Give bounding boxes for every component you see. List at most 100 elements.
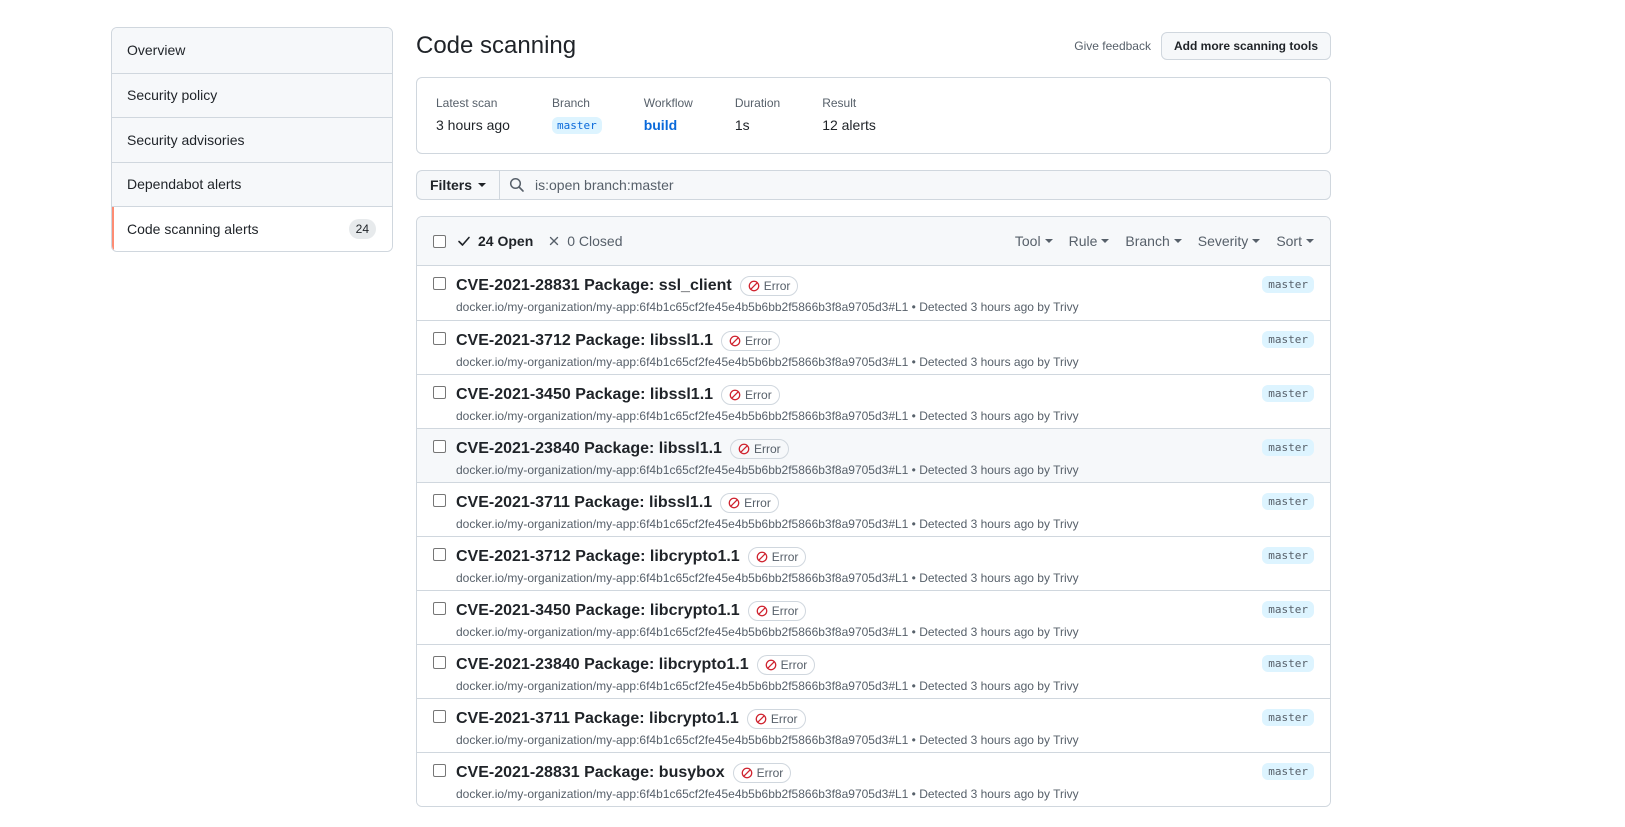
- severity-badge: Error: [732, 763, 792, 783]
- alert-row[interactable]: CVE-2021-3450 Package: libcrypto1.1 Erro…: [417, 590, 1330, 644]
- severity-label: Error: [770, 712, 798, 726]
- severity-badge: Error: [720, 493, 779, 513]
- alert-title[interactable]: CVE-2021-3712 Package: libssl1.1: [456, 332, 713, 350]
- sidebar-item-overview[interactable]: Overview: [112, 28, 392, 73]
- alert-title[interactable]: CVE-2021-3450 Package: libcrypto1.1: [456, 602, 740, 620]
- alert-row[interactable]: CVE-2021-28831 Package: ssl_client Error…: [417, 266, 1330, 320]
- alert-meta: docker.io/my-organization/my-app:6f4b1c6…: [456, 517, 1079, 531]
- severity-badge: Error: [729, 439, 789, 459]
- alert-title-line: CVE-2021-3711 Package: libssl1.1 Error: [456, 493, 1079, 513]
- alert-checkbox[interactable]: [433, 710, 446, 723]
- alert-branch-label: master: [1262, 763, 1314, 780]
- give-feedback-link[interactable]: Give feedback: [1074, 39, 1151, 53]
- alert-checkbox[interactable]: [433, 386, 446, 399]
- alert-body: CVE-2021-3712 Package: libcrypto1.1 Erro…: [456, 547, 1079, 590]
- alert-branch-label: master: [1262, 709, 1314, 726]
- alert-row[interactable]: CVE-2021-3711 Package: libssl1.1 Error d…: [417, 482, 1330, 536]
- alert-checkbox[interactable]: [433, 494, 446, 507]
- alert-meta: docker.io/my-organization/my-app:6f4b1c6…: [456, 409, 1079, 423]
- closed-alerts-tab[interactable]: 0 Closed: [547, 233, 623, 249]
- alert-checkbox[interactable]: [433, 656, 446, 669]
- alert-checkbox[interactable]: [433, 440, 446, 453]
- alert-title[interactable]: CVE-2021-3711 Package: libssl1.1: [456, 494, 712, 512]
- alert-body: CVE-2021-28831 Package: ssl_client Error…: [456, 276, 1079, 320]
- alert-row[interactable]: CVE-2021-3712 Package: libcrypto1.1 Erro…: [417, 536, 1330, 590]
- circle-slash-icon: [756, 551, 768, 563]
- sidebar-item-security-advisories[interactable]: Security advisories: [112, 117, 392, 162]
- alert-meta: docker.io/my-organization/my-app:6f4b1c6…: [456, 625, 1079, 639]
- alert-checkbox[interactable]: [433, 332, 446, 345]
- alert-body: CVE-2021-23840 Package: libcrypto1.1 Err…: [456, 655, 1079, 698]
- open-alerts-label: 24 Open: [478, 233, 534, 249]
- severity-label: Error: [744, 496, 771, 510]
- alert-row[interactable]: CVE-2021-23840 Package: libcrypto1.1 Err…: [417, 644, 1330, 698]
- open-alerts-tab[interactable]: 24 Open: [456, 233, 533, 249]
- filters-dropdown-button[interactable]: Filters: [416, 170, 499, 200]
- circle-slash-icon: [728, 497, 740, 509]
- alerts-list: 24 Open 0 Closed Tool Rule Branch Severi…: [416, 216, 1331, 807]
- filters-label: Filters: [429, 177, 472, 193]
- alert-filters: Tool Rule Branch Severity Sort: [1015, 233, 1314, 249]
- alert-title[interactable]: CVE-2021-3711 Package: libcrypto1.1: [456, 710, 739, 728]
- chevron-down-icon: [1044, 239, 1053, 243]
- sort-label: Sort: [1276, 233, 1302, 249]
- result-field: Result 12 alerts: [822, 96, 876, 153]
- alert-body: CVE-2021-3450 Package: libssl1.1 Error d…: [456, 385, 1079, 428]
- sort-dropdown[interactable]: Sort: [1276, 233, 1314, 249]
- alert-title[interactable]: CVE-2021-3450 Package: libssl1.1: [456, 386, 713, 404]
- sidebar-item-dependabot-alerts[interactable]: Dependabot alerts: [112, 161, 392, 206]
- alert-meta: docker.io/my-organization/my-app:6f4b1c6…: [456, 463, 1079, 477]
- check-icon: [456, 233, 472, 249]
- alert-checkbox[interactable]: [433, 764, 446, 777]
- chevron-down-icon: [478, 183, 486, 187]
- branch-filter-dropdown[interactable]: Branch: [1125, 233, 1182, 249]
- duration-value: 1s: [734, 117, 750, 133]
- alert-row[interactable]: CVE-2021-28831 Package: busybox Error do…: [417, 752, 1330, 806]
- alert-body: CVE-2021-28831 Package: busybox Error do…: [456, 763, 1079, 806]
- alert-row[interactable]: CVE-2021-3711 Package: libcrypto1.1 Erro…: [417, 698, 1330, 752]
- branch-value[interactable]: master: [551, 117, 602, 134]
- search-box: [499, 170, 1331, 200]
- sidebar-item-security-policy[interactable]: Security policy: [112, 72, 392, 117]
- alert-title[interactable]: CVE-2021-3712 Package: libcrypto1.1: [456, 548, 740, 566]
- workflow-label: Workflow: [643, 96, 693, 110]
- alert-body: CVE-2021-23840 Package: libssl1.1 Error …: [456, 439, 1079, 482]
- sidebar-item-code-scanning-alerts[interactable]: Code scanning alerts 24: [112, 206, 392, 251]
- alert-checkbox[interactable]: [433, 277, 446, 290]
- page-header: Code scanning Give feedback Add more sca…: [416, 27, 1331, 65]
- alert-branch-label: master: [1262, 331, 1314, 348]
- severity-label: Error: [745, 334, 772, 348]
- alert-row[interactable]: CVE-2021-23840 Package: libssl1.1 Error …: [417, 428, 1330, 482]
- tool-filter-dropdown[interactable]: Tool: [1015, 233, 1053, 249]
- alert-checkbox[interactable]: [433, 602, 446, 615]
- x-icon: [547, 234, 561, 248]
- latest-scan-value: 3 hours ago: [436, 117, 510, 133]
- search-input[interactable]: [533, 176, 1330, 194]
- alert-title[interactable]: CVE-2021-28831 Package: ssl_client: [456, 277, 732, 295]
- alert-branch-label: master: [1262, 276, 1314, 293]
- alert-title-line: CVE-2021-28831 Package: ssl_client Error: [456, 276, 1079, 296]
- add-scanning-tools-button[interactable]: Add more scanning tools: [1160, 32, 1331, 60]
- chevron-down-icon: [1252, 239, 1261, 243]
- alert-meta: docker.io/my-organization/my-app:6f4b1c6…: [456, 355, 1079, 369]
- alert-title-line: CVE-2021-3711 Package: libcrypto1.1 Erro…: [456, 709, 1079, 729]
- sidebar-item-label: Code scanning alerts: [127, 220, 259, 237]
- circle-slash-icon: [738, 443, 750, 455]
- select-all-checkbox[interactable]: [433, 234, 446, 248]
- severity-label: Error: [756, 766, 784, 780]
- alert-checkbox[interactable]: [433, 548, 446, 561]
- search-icon: [509, 177, 525, 193]
- branch-label: Branch: [551, 96, 590, 110]
- alert-row[interactable]: CVE-2021-3450 Package: libssl1.1 Error d…: [417, 374, 1330, 428]
- severity-label: Error: [780, 658, 808, 672]
- alert-title[interactable]: CVE-2021-23840 Package: libssl1.1: [456, 440, 722, 458]
- main-content: Code scanning Give feedback Add more sca…: [416, 27, 1331, 807]
- sidebar-item-label: Overview: [127, 42, 186, 59]
- alert-title[interactable]: CVE-2021-23840 Package: libcrypto1.1: [456, 656, 749, 674]
- alert-title[interactable]: CVE-2021-28831 Package: busybox: [456, 764, 725, 782]
- alert-row[interactable]: CVE-2021-3712 Package: libssl1.1 Error d…: [417, 320, 1330, 374]
- rule-filter-dropdown[interactable]: Rule: [1069, 233, 1110, 249]
- workflow-link[interactable]: build: [644, 117, 693, 133]
- page-title: Code scanning: [416, 32, 577, 59]
- severity-filter-dropdown[interactable]: Severity: [1198, 233, 1261, 249]
